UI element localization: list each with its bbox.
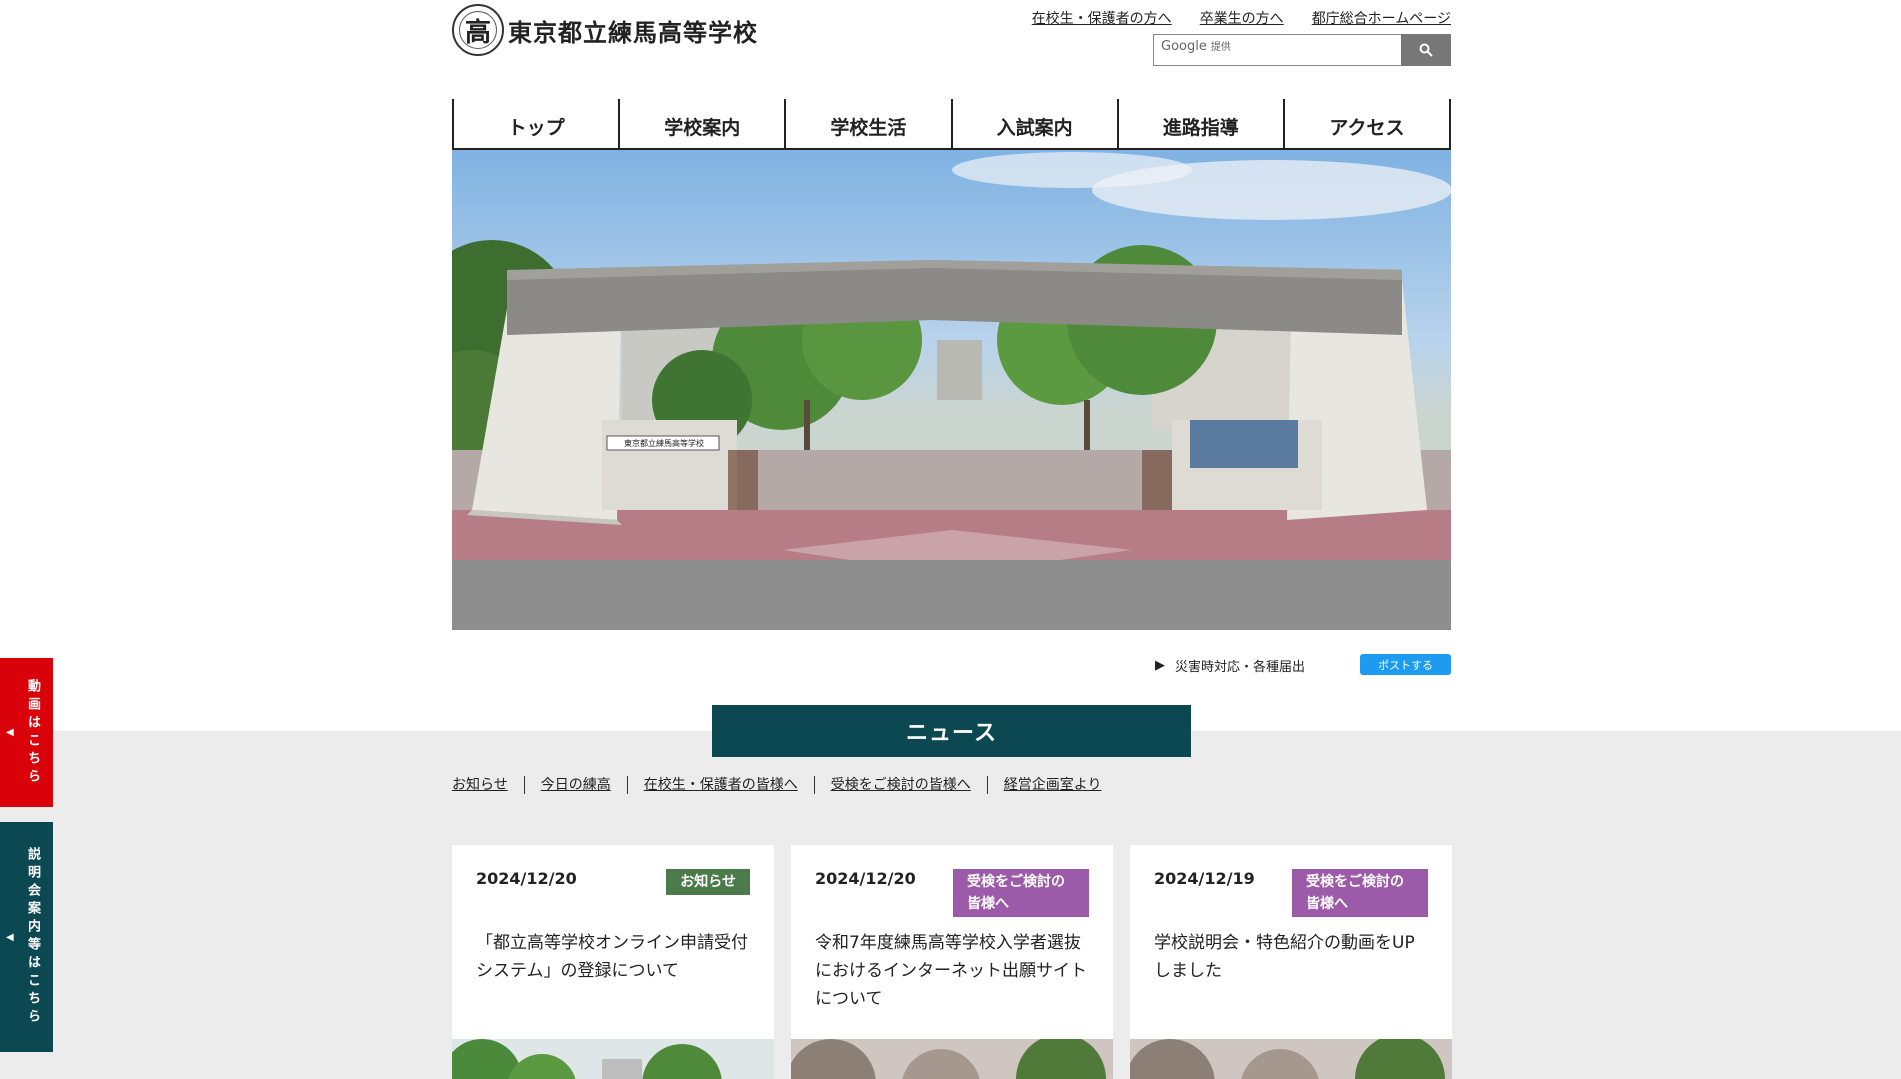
- school-logo[interactable]: 高 東京都立練馬高等学校: [452, 4, 758, 56]
- link-metro-homepage[interactable]: 都庁総合ホームページ: [1312, 8, 1451, 28]
- news-thumbnail: [1130, 1039, 1452, 1079]
- news-heading: ニュース: [712, 705, 1191, 757]
- side-tab-briefings[interactable]: ◀ 説明会案内等はこちら: [0, 822, 53, 1052]
- nav-school-life[interactable]: 学校生活: [784, 99, 950, 148]
- school-sign: 東京都立練馬高等学校: [624, 439, 704, 448]
- news-text: 令和7年度練馬高等学校入学者選抜におけるインターネット出願サイトについて: [815, 933, 1087, 1009]
- news-date: 2024/12/20: [476, 869, 577, 888]
- triangle-right-icon: ▶: [1155, 658, 1165, 673]
- top-links: 在校生・保護者の方へ 卒業生の方へ 都庁総合ホームページ: [1032, 8, 1451, 28]
- news-thumbnail: [452, 1039, 774, 1079]
- side-tab-videos[interactable]: ◀ 動画はこちら: [0, 658, 53, 807]
- news-thumbnail: [791, 1039, 1113, 1079]
- news-cards: 2024/12/20 お知らせ 「都立高等学校オンライン申請受付システム」の登録…: [452, 845, 1452, 1079]
- news-text: 学校説明会・特色紹介の動画をUPしました: [1154, 933, 1415, 981]
- news-date: 2024/12/19: [1154, 869, 1255, 888]
- category-students-parents[interactable]: 在校生・保護者の皆様へ: [626, 776, 814, 794]
- nav-admissions[interactable]: 入試案内: [950, 99, 1117, 148]
- news-card[interactable]: 2024/12/20 お知らせ 「都立高等学校オンライン申請受付システム」の登録…: [452, 845, 774, 1079]
- school-name: 東京都立練馬高等学校: [508, 17, 758, 47]
- nav-top[interactable]: トップ: [452, 99, 618, 148]
- site-search: Google 提供: [1153, 34, 1451, 66]
- category-admin-office[interactable]: 経営企画室より: [986, 776, 1118, 794]
- news-card[interactable]: 2024/12/20 受検をご検討の皆様へ 令和7年度練馬高等学校入学者選抜にお…: [791, 845, 1113, 1079]
- category-applicants[interactable]: 受検をご検討の皆様へ: [813, 776, 987, 794]
- search-icon: [1419, 43, 1433, 57]
- category-notices[interactable]: お知らせ: [452, 776, 524, 794]
- category-today[interactable]: 今日の練高: [523, 776, 627, 794]
- news-text: 「都立高等学校オンライン申請受付システム」の登録について: [476, 933, 748, 981]
- news-card[interactable]: 2024/12/19 受検をご検討の皆様へ 学校説明会・特色紹介の動画をUPしま…: [1130, 845, 1452, 1079]
- nav-career[interactable]: 進路指導: [1116, 99, 1283, 148]
- triangle-left-icon: ◀: [6, 727, 14, 738]
- link-graduates[interactable]: 卒業生の方へ: [1200, 8, 1284, 28]
- post-button[interactable]: ポストする: [1360, 654, 1451, 675]
- hero-image: 東京都立練馬高等学校: [452, 150, 1451, 630]
- link-students-parents[interactable]: 在校生・保護者の方へ: [1032, 8, 1172, 28]
- nav-access[interactable]: アクセス: [1282, 99, 1452, 148]
- nav-school-info[interactable]: 学校案内: [618, 99, 784, 148]
- triangle-left-icon: ◀: [6, 931, 14, 943]
- search-button[interactable]: [1401, 34, 1451, 66]
- main-nav: トップ 学校案内 学校生活 入試案内 進路指導 アクセス: [452, 99, 1452, 150]
- news-tag: お知らせ: [666, 869, 750, 895]
- news-tag: 受検をご検討の皆様へ: [1292, 869, 1428, 917]
- news-date: 2024/12/20: [815, 869, 916, 888]
- disaster-link[interactable]: ▶ 災害時対応・各種届出: [1155, 656, 1305, 675]
- news-tag: 受検をご検討の皆様へ: [953, 869, 1089, 917]
- school-emblem-icon: 高: [452, 4, 504, 56]
- search-input[interactable]: Google 提供: [1153, 34, 1401, 66]
- news-category-links: お知らせ 今日の練高 在校生・保護者の皆様へ 受検をご検討の皆様へ 経営企画室よ…: [452, 776, 1117, 794]
